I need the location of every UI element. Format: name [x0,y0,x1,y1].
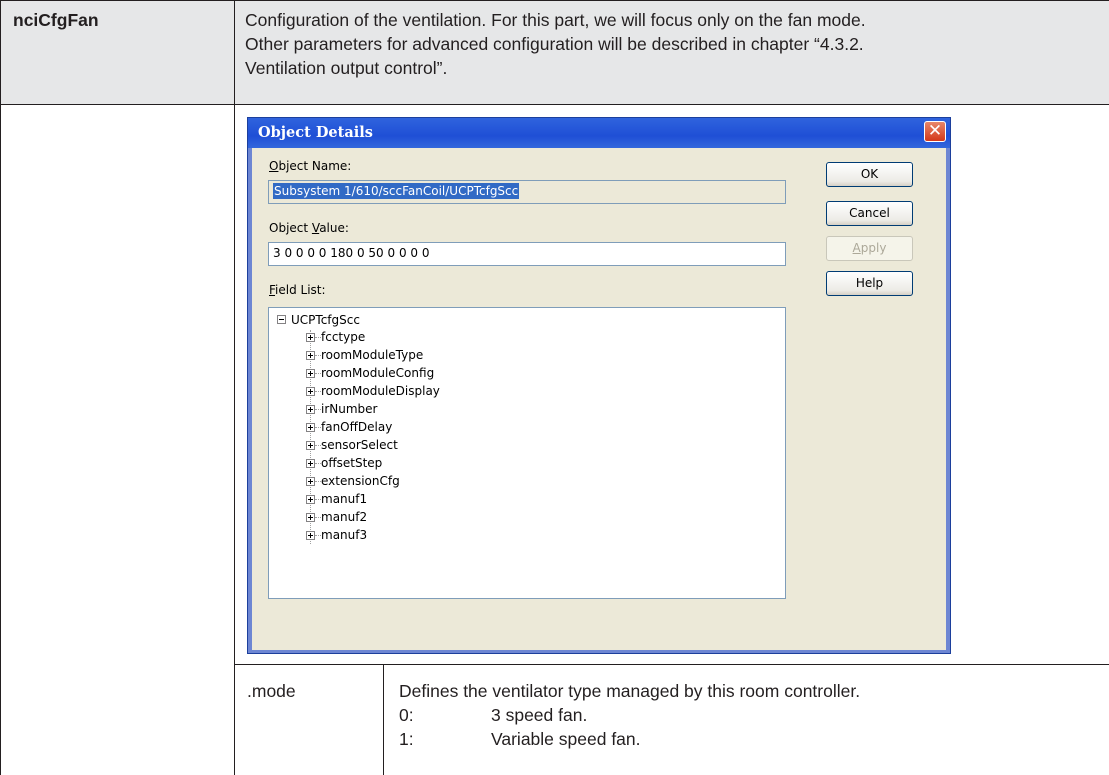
subfield-description-text: Defines the ventilator type managed by t… [399,681,861,701]
tree-item-label: roomModuleConfig [321,366,435,380]
dialog-title: Object Details [258,124,373,141]
expand-icon[interactable] [306,405,315,414]
subfield-description: Defines the ventilator type managed by t… [399,679,1104,751]
cancel-button[interactable]: Cancel [826,201,913,226]
table-border-row1 [0,104,1109,105]
table-border-top [0,0,1109,1]
tree-item-label: fanOffDelay [321,420,393,434]
tree-item-label: manuf2 [321,510,368,524]
ok-button[interactable]: OK [826,162,913,187]
tree-connector [310,330,311,544]
expand-icon[interactable] [306,351,315,360]
tree-item-label: roomModuleDisplay [321,384,440,398]
tree-item-label: fcctype [321,330,366,344]
label-text: bject Name: [278,159,352,173]
option-row: 0: 3 speed fan. [399,703,1104,727]
option-row: 1: Variable speed fan. [399,727,1104,751]
tree-item-label: irNumber [321,402,378,416]
tree-item-label: extensionCfg [321,474,400,488]
option-code: 0: [399,705,414,725]
button-mnemonic: A [852,241,861,255]
label-text: ield List: [275,283,326,297]
close-icon[interactable]: ✕ [924,121,946,142]
tree-item-label: sensorSelect [321,438,398,452]
expand-icon[interactable] [306,531,315,540]
table-border-col1 [234,0,235,775]
expand-icon[interactable] [306,513,315,522]
table-border-row2 [234,664,1109,665]
option-label: Variable speed fan. [491,729,641,749]
tree-item-label: manuf1 [321,492,368,506]
description-line: Other parameters for advanced configurat… [245,34,864,54]
table-border-left [0,0,1,775]
apply-button[interactable]: Apply [826,236,913,261]
expand-icon[interactable] [306,333,315,342]
expand-icon[interactable] [306,387,315,396]
collapse-icon[interactable] [277,315,286,324]
table-border-subcol [383,664,384,775]
object-name-field[interactable]: Subsystem 1/610/sccFanCoil/UCPTcfgScc [268,180,786,204]
dialog-title-bar[interactable]: Object Details ✕ [248,118,950,148]
tree-item-label: roomModuleType [321,348,424,362]
help-button[interactable]: Help [826,271,913,296]
expand-icon[interactable] [306,459,315,468]
subfield-name: .mode [247,681,296,701]
label-text: alue: [319,221,349,235]
object-value-text: 3 0 0 0 0 180 0 50 0 0 0 0 [273,246,430,260]
expand-icon[interactable] [306,423,315,432]
object-value-input[interactable]: 3 0 0 0 0 180 0 50 0 0 0 0 [268,242,786,266]
label-text: Object [269,221,312,235]
expand-icon[interactable] [306,495,315,504]
option-label: 3 speed fan. [491,705,588,725]
object-value-label: Object Value: [269,221,349,235]
object-name-value: Subsystem 1/610/sccFanCoil/UCPTcfgScc [273,183,520,199]
tree-item-label: offsetStep [321,456,383,470]
expand-icon[interactable] [306,369,315,378]
field-list-tree[interactable]: UCPTcfgScc fcctype roomModuleType roomMo… [268,307,786,599]
parameter-name: nciCfgFan [13,10,99,30]
option-code: 1: [399,729,414,749]
description-line: Configuration of the ventilation. For th… [245,10,866,30]
description-line: Ventilation output control”. [245,58,448,78]
button-label: pply [860,241,887,255]
expand-icon[interactable] [306,477,315,486]
tree-item-label: manuf3 [321,528,368,542]
parameter-description: Configuration of the ventilation. For th… [245,8,1105,80]
tree-root-label: UCPTcfgScc [291,313,360,327]
object-name-label: Object Name: [269,159,351,173]
field-list-label: Field List: [269,283,326,297]
expand-icon[interactable] [306,441,315,450]
